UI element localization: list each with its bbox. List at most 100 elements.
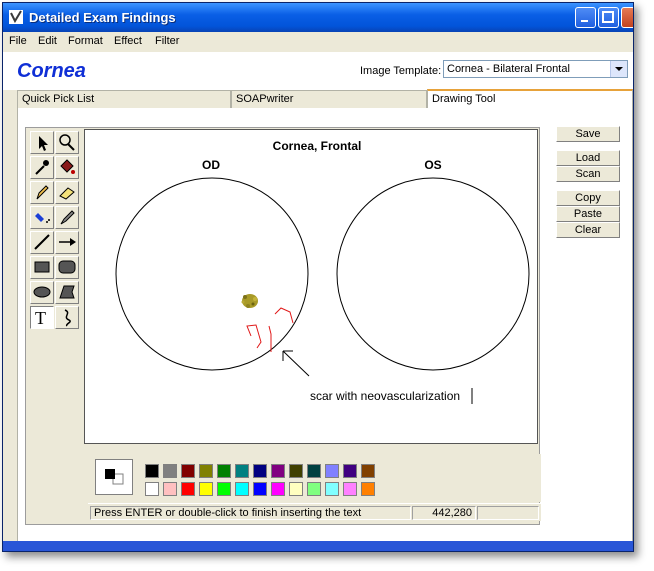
copy-button[interactable]: Copy: [556, 190, 620, 206]
color-swatch[interactable]: [343, 482, 357, 496]
polygon-icon: [59, 285, 75, 299]
airbrush-icon: [35, 213, 50, 223]
arrow-tool[interactable]: [55, 231, 79, 254]
menu-edit[interactable]: Edit: [38, 35, 57, 47]
minimize-button[interactable]: [575, 7, 596, 28]
drawing-title: Cornea, Frontal: [273, 139, 362, 153]
status-extra: [477, 506, 539, 520]
chevron-down-icon: [615, 67, 623, 71]
os-label: OS: [424, 158, 441, 172]
ellipse-tool[interactable]: [30, 281, 54, 304]
text-tool[interactable]: T: [30, 306, 54, 329]
clear-button[interactable]: Clear: [556, 222, 620, 238]
od-label: OD: [202, 158, 220, 172]
zoom-tool[interactable]: [55, 131, 79, 154]
color-swatch[interactable]: [307, 464, 321, 478]
menu-bar: File Edit Format Effect Filter: [3, 32, 633, 52]
paste-button[interactable]: Paste: [556, 206, 620, 222]
rounded-rectangle-tool[interactable]: [55, 256, 79, 279]
menu-effect[interactable]: Effect: [114, 35, 142, 47]
color-swatch[interactable]: [361, 482, 375, 496]
drawing-svg: Cornea, Frontal OD OS scar with neovascu…: [115, 139, 530, 404]
drawing-canvas[interactable]: Cornea, Frontal OD OS scar with neovascu…: [84, 129, 538, 444]
tab-quick-pick-list[interactable]: Quick Pick List: [17, 90, 231, 108]
color-swatch[interactable]: [271, 482, 285, 496]
color-swatch[interactable]: [289, 482, 303, 496]
window-title: Detailed Exam Findings: [29, 10, 176, 25]
color-swatch[interactable]: [289, 464, 303, 478]
menu-format[interactable]: Format: [68, 35, 103, 47]
ellipse-icon: [33, 286, 51, 298]
pointer-icon: [39, 136, 48, 151]
save-button[interactable]: Save: [556, 126, 620, 142]
text-icon: T: [35, 308, 46, 328]
freehand-curve-tool[interactable]: [55, 306, 79, 329]
status-bar: Press ENTER or double-click to finish in…: [88, 503, 541, 521]
menu-filter[interactable]: Filter: [155, 35, 179, 47]
color-swatch[interactable]: [307, 482, 321, 496]
fill-tool[interactable]: [55, 156, 79, 179]
color-swatch[interactable]: [163, 482, 177, 496]
color-swatch[interactable]: [145, 482, 159, 496]
annotation-text[interactable]: scar with neovascularization: [310, 389, 460, 403]
eraser-tool[interactable]: [55, 181, 79, 204]
color-swatch[interactable]: [343, 464, 357, 478]
brush-icon: [60, 210, 75, 225]
color-swatch[interactable]: [325, 482, 339, 496]
pencil-icon: [36, 185, 49, 200]
menu-file[interactable]: File: [9, 35, 27, 47]
current-color-indicator[interactable]: [95, 459, 133, 495]
color-swatch[interactable]: [199, 482, 213, 496]
close-button[interactable]: [621, 7, 633, 28]
line-icon: [34, 234, 50, 250]
current-color-icon: [105, 469, 124, 485]
color-swatch[interactable]: [271, 464, 285, 478]
color-swatch[interactable]: [253, 464, 267, 478]
app-icon: [9, 10, 23, 24]
airbrush-tool[interactable]: [30, 206, 54, 229]
header-area: Cornea Image Template: Cornea - Bilatera…: [3, 52, 633, 90]
freehand-curve-icon: [64, 309, 71, 327]
color-swatch[interactable]: [217, 482, 231, 496]
od-eye-circle: [115, 177, 309, 371]
dropdown-arrow-button[interactable]: [610, 61, 627, 77]
maximize-icon: [602, 11, 614, 23]
pointer-tool[interactable]: [30, 131, 54, 154]
page-title: Cornea: [17, 60, 86, 82]
tab-drawing-tool[interactable]: Drawing Tool: [427, 89, 633, 109]
toolbox: T: [28, 129, 83, 446]
brush-tool[interactable]: [55, 206, 79, 229]
template-value: Cornea - Bilateral Frontal: [447, 63, 570, 75]
color-swatch[interactable]: [253, 482, 267, 496]
load-button[interactable]: Load: [556, 150, 620, 166]
color-swatch[interactable]: [181, 482, 195, 496]
color-swatch[interactable]: [235, 464, 249, 478]
pencil-tool[interactable]: [30, 181, 54, 204]
rectangle-tool[interactable]: [30, 256, 54, 279]
eyedropper-tool[interactable]: [30, 156, 54, 179]
svg-text:T: T: [35, 308, 46, 328]
status-message: Press ENTER or double-click to finish in…: [90, 506, 411, 520]
color-swatch[interactable]: [145, 464, 159, 478]
template-dropdown[interactable]: Cornea - Bilateral Frontal: [443, 60, 628, 78]
zoom-icon: [59, 134, 75, 151]
eyedropper-icon: [35, 160, 49, 175]
color-swatch[interactable]: [361, 464, 375, 478]
tab-soapwriter[interactable]: SOAPwriter: [231, 90, 427, 108]
color-swatch[interactable]: [181, 464, 195, 478]
color-swatch[interactable]: [199, 464, 213, 478]
status-coordinates: 442,280: [412, 506, 476, 520]
scan-button[interactable]: Scan: [556, 166, 620, 182]
line-tool[interactable]: [30, 231, 54, 254]
color-swatch[interactable]: [217, 464, 231, 478]
color-swatch[interactable]: [163, 464, 177, 478]
color-swatch[interactable]: [235, 482, 249, 496]
title-bar[interactable]: Detailed Exam Findings: [3, 3, 633, 32]
maximize-button[interactable]: [598, 7, 619, 28]
color-swatch[interactable]: [325, 464, 339, 478]
arrow-icon: [59, 238, 76, 246]
rectangle-icon: [34, 261, 50, 273]
polygon-tool[interactable]: [55, 281, 79, 304]
eraser-icon: [59, 187, 75, 200]
scar-mark: [241, 294, 258, 308]
